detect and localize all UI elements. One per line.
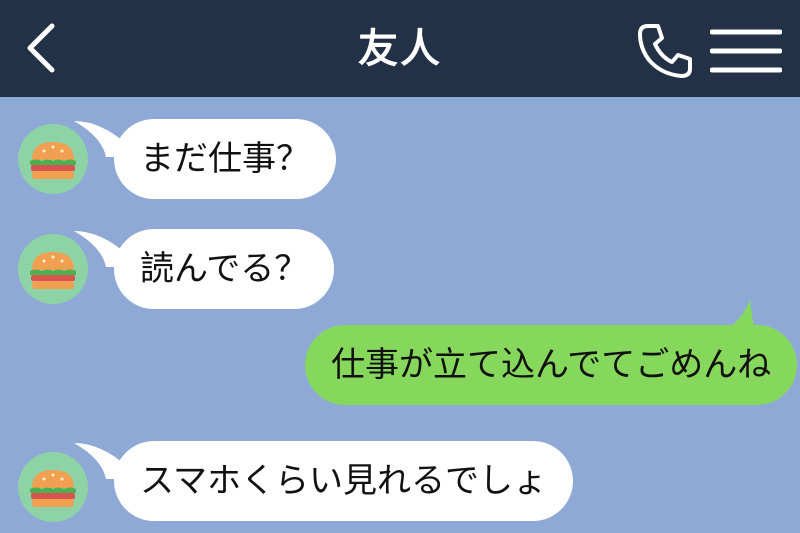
message-bubble[interactable]: まだ仕事？	[114, 119, 336, 199]
message-bubble[interactable]: 読んでる？	[114, 229, 335, 309]
menu-icon[interactable]	[710, 28, 782, 74]
phone-icon[interactable]	[634, 20, 696, 82]
message-bubble[interactable]: 仕事が立て込んでてごめんね	[305, 325, 798, 405]
chat-header: 友人	[0, 0, 800, 97]
message-bubble[interactable]: スマホくらい見れるでしょ	[114, 441, 573, 521]
chat-area[interactable]: まだ仕事？ 読んでる？ 仕事が立て込んでてごめんね スマホくらい見れるでしょ	[0, 97, 800, 533]
